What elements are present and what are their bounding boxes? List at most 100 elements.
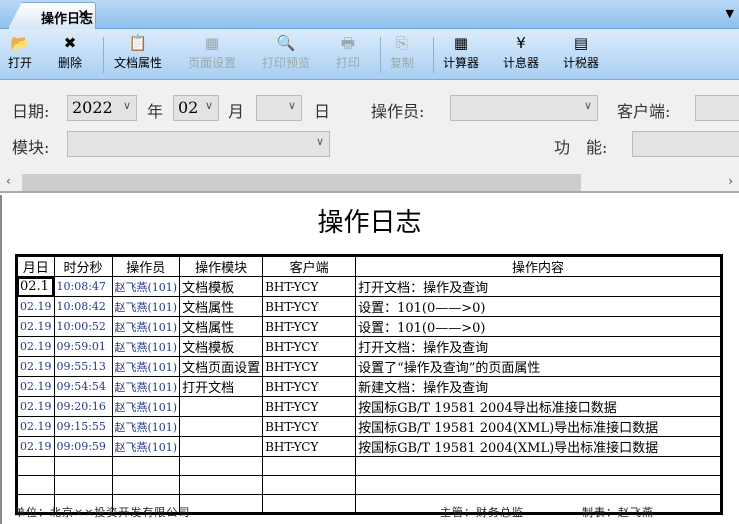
module-label: 模块: bbox=[12, 138, 50, 157]
table-cell[interactable] bbox=[179, 456, 264, 476]
toolbar-button-0[interactable]: 📂 打开 bbox=[8, 32, 32, 71]
table-cell[interactable] bbox=[111, 456, 181, 476]
table-cell[interactable]: BHT-YCY bbox=[262, 296, 357, 317]
tab-menu-icon[interactable]: ▼ bbox=[726, 7, 734, 20]
table-cell[interactable]: 文档属性 bbox=[179, 316, 264, 337]
table-cell[interactable]: 按国标GB/T 19581 2004(XML)导出标准接口数据 bbox=[355, 436, 722, 457]
toolbar-separator bbox=[103, 37, 104, 73]
table-cell[interactable]: 09:15:55 bbox=[53, 416, 113, 437]
table-cell[interactable] bbox=[262, 456, 357, 476]
table-cell[interactable]: 赵飞燕(101) bbox=[111, 396, 181, 417]
table-cell[interactable]: 02.19 bbox=[16, 356, 55, 377]
day-select[interactable]: ∨ bbox=[256, 95, 302, 121]
table-cell[interactable]: BHT-YCY bbox=[262, 416, 357, 437]
table-cell[interactable] bbox=[111, 475, 181, 495]
column-header: 客户端 bbox=[262, 255, 357, 277]
table-cell[interactable] bbox=[53, 456, 113, 476]
month-select[interactable]: 02 ∨ bbox=[173, 95, 219, 121]
table-cell[interactable]: 设置：101(0——>0) bbox=[355, 316, 722, 337]
operator-select[interactable]: ∨ bbox=[450, 95, 598, 121]
horizontal-scrollbar[interactable]: ‹ › bbox=[0, 172, 739, 193]
table-cell[interactable]: 09:59:01 bbox=[53, 336, 113, 357]
table-cell[interactable]: 设置了“操作及查询”的页面属性 bbox=[355, 356, 722, 377]
table-cell[interactable]: 按国标GB/T 19581 2004(XML)导出标准接口数据 bbox=[355, 416, 722, 437]
function-label: 功 能: bbox=[554, 138, 608, 157]
table-row: 02.19 09:59:01 赵飞燕(101) 文档模板 BHT-YCY 打开文档：操作及… bbox=[16, 336, 722, 357]
toolbar-button-8[interactable]: ¥ 计息器 bbox=[503, 32, 539, 71]
table-cell[interactable]: 文档模板 bbox=[179, 276, 264, 297]
table-cell[interactable]: 按国标GB/T 19581 2004导出标准接口数据 bbox=[355, 396, 722, 417]
toolbar-button-9[interactable]: ▤ 计税器 bbox=[563, 32, 599, 71]
table-cell[interactable] bbox=[262, 475, 357, 495]
table-cell[interactable]: 09:09:59 bbox=[53, 436, 113, 457]
table-cell[interactable] bbox=[16, 475, 55, 495]
table-cell[interactable]: 打开文档 bbox=[179, 376, 264, 397]
table-cell[interactable]: BHT-YCY bbox=[262, 396, 357, 417]
table-cell[interactable]: 设置：101(0——>0) bbox=[355, 296, 722, 317]
year-select[interactable]: 2022 ∨ bbox=[67, 95, 137, 121]
table-cell[interactable]: 赵飞燕(101) bbox=[111, 296, 181, 317]
table-cell[interactable]: BHT-YCY bbox=[262, 336, 357, 357]
toolbar-button-7[interactable]: ▦ 计算器 bbox=[443, 32, 479, 71]
scrollbar-thumb[interactable] bbox=[22, 174, 581, 191]
table-cell[interactable] bbox=[179, 396, 264, 417]
table-cell[interactable]: 新建文档：操作及查询 bbox=[355, 376, 722, 397]
table-cell[interactable]: 赵飞燕(101) bbox=[111, 336, 181, 357]
table-cell[interactable]: 赵飞燕(101) bbox=[111, 276, 181, 297]
table-cell[interactable]: 02.19 bbox=[16, 316, 55, 337]
table-cell[interactable]: 打开文档：操作及查询 bbox=[355, 336, 722, 357]
toolbar-button-1[interactable]: ✖ 删除 bbox=[58, 32, 82, 71]
table-cell[interactable]: 赵飞燕(101) bbox=[111, 376, 181, 397]
table-cell[interactable]: 02.19 bbox=[16, 296, 55, 317]
scroll-left-icon[interactable]: ‹ bbox=[6, 174, 11, 188]
table-cell[interactable] bbox=[179, 475, 264, 495]
toolbar-button-2[interactable]: 📋 文档属性 bbox=[114, 32, 162, 71]
table-cell[interactable] bbox=[179, 494, 264, 514]
table-cell[interactable]: 02.19 bbox=[16, 376, 55, 397]
table-cell[interactable]: BHT-YCY bbox=[262, 316, 357, 337]
toolbar-button-6[interactable]: ⎘ 复制 bbox=[390, 32, 414, 71]
table-cell[interactable]: 赵飞燕(101) bbox=[111, 436, 181, 457]
table-cell[interactable]: BHT-YCY bbox=[262, 376, 357, 397]
table-cell[interactable]: 02.19 bbox=[16, 416, 55, 437]
table-cell[interactable]: 文档模板 bbox=[179, 336, 264, 357]
table-cell[interactable]: BHT-YCY bbox=[262, 356, 357, 377]
client-select[interactable] bbox=[695, 95, 739, 121]
close-icon[interactable]: ✕ bbox=[77, 7, 89, 23]
toolbar-button-4[interactable]: 🔍 打印预览 bbox=[262, 32, 310, 71]
table-cell[interactable]: 02.19 bbox=[16, 396, 55, 417]
table-cell[interactable]: 02.1 bbox=[16, 276, 55, 297]
table-cell[interactable] bbox=[179, 416, 264, 437]
table-cell[interactable] bbox=[355, 494, 722, 514]
table-cell[interactable] bbox=[179, 436, 264, 457]
table-cell[interactable]: BHT-YCY bbox=[262, 276, 357, 297]
table-cell[interactable]: 赵飞燕(101) bbox=[111, 316, 181, 337]
table-cell[interactable] bbox=[53, 475, 113, 495]
tab-operation-log[interactable]: 操作日志 ✕ bbox=[8, 2, 96, 29]
table-cell[interactable]: 文档属性 bbox=[179, 296, 264, 317]
scroll-right-icon[interactable]: › bbox=[728, 174, 733, 188]
toolbar-label: 计息器 bbox=[503, 56, 540, 70]
table-cell[interactable]: 02.19 bbox=[16, 336, 55, 357]
table-cell[interactable] bbox=[262, 494, 357, 514]
table-cell[interactable]: 09:55:13 bbox=[53, 356, 113, 377]
table-cell[interactable]: BHT-YCY bbox=[262, 436, 357, 457]
toolbar-button-3[interactable]: ▦ 页面设置 bbox=[188, 32, 236, 71]
table-cell[interactable]: 02.19 bbox=[16, 436, 55, 457]
table-cell[interactable]: 10:08:42 bbox=[53, 296, 113, 317]
module-select[interactable]: ∨ bbox=[67, 131, 330, 157]
table-cell[interactable]: 10:08:47 bbox=[53, 276, 113, 297]
table-cell[interactable] bbox=[355, 475, 722, 495]
toolbar-label: 复制 bbox=[390, 56, 415, 70]
table-cell[interactable] bbox=[355, 456, 722, 476]
table-cell[interactable]: 文档页面设置 bbox=[179, 356, 264, 377]
toolbar-button-5[interactable]: 🖶 打印 bbox=[336, 32, 360, 71]
table-cell[interactable]: 赵飞燕(101) bbox=[111, 356, 181, 377]
table-cell[interactable]: 打开文档：操作及查询 bbox=[355, 276, 722, 297]
table-cell[interactable]: 09:54:54 bbox=[53, 376, 113, 397]
table-cell[interactable] bbox=[16, 456, 55, 476]
table-cell[interactable]: 09:20:16 bbox=[53, 396, 113, 417]
table-cell[interactable]: 10:00:52 bbox=[53, 316, 113, 337]
function-select[interactable] bbox=[632, 131, 739, 157]
table-cell[interactable]: 赵飞燕(101) bbox=[111, 416, 181, 437]
